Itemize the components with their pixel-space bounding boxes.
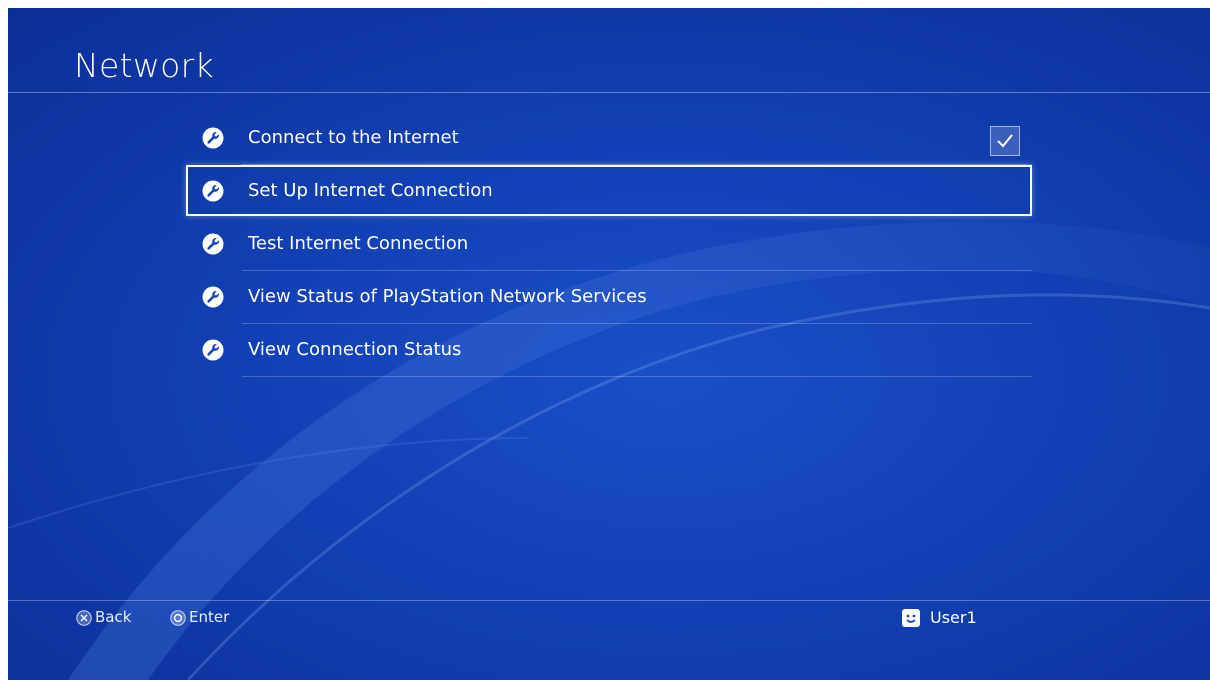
- menu-item-view-connection-status[interactable]: View Connection Status: [186, 324, 1032, 377]
- user-name: User1: [930, 608, 977, 627]
- back-hint-label: Back: [95, 608, 132, 626]
- network-settings-screen: Network Connect to the Internet Set Up I…: [8, 8, 1210, 680]
- connect-to-internet-checkbox[interactable]: [990, 126, 1020, 156]
- cross-button-icon: [76, 610, 92, 626]
- menu-item-label: View Connection Status: [248, 339, 462, 360]
- enter-hint-label: Enter: [189, 608, 230, 626]
- header-divider: [8, 92, 1210, 93]
- enter-hint[interactable]: Enter: [170, 608, 250, 628]
- menu-item-label: Test Internet Connection: [248, 233, 469, 254]
- page-title: Network: [74, 46, 214, 85]
- wrench-icon: [202, 127, 224, 149]
- user-indicator: User1: [902, 608, 1022, 630]
- menu-item-connect-to-internet[interactable]: Connect to the Internet: [186, 112, 1032, 165]
- footer-divider: [8, 600, 1210, 601]
- menu-item-label: View Status of PlayStation Network Servi…: [248, 286, 647, 307]
- menu-item-test-internet-connection[interactable]: Test Internet Connection: [186, 218, 1032, 271]
- menu-divider: [242, 376, 1032, 377]
- checkmark-icon: [997, 134, 1013, 148]
- menu-item-label: Connect to the Internet: [248, 127, 459, 148]
- wrench-icon: [202, 286, 224, 308]
- wrench-icon: [202, 339, 224, 361]
- menu-item-label: Set Up Internet Connection: [248, 180, 493, 201]
- menu-item-set-up-internet-connection[interactable]: Set Up Internet Connection: [186, 165, 1032, 218]
- wrench-icon: [202, 180, 224, 202]
- back-hint[interactable]: Back: [76, 608, 146, 628]
- wrench-icon: [202, 233, 224, 255]
- user-avatar-icon: [902, 609, 920, 627]
- network-menu: Connect to the Internet Set Up Internet …: [186, 112, 1032, 377]
- menu-item-view-psn-status[interactable]: View Status of PlayStation Network Servi…: [186, 271, 1032, 324]
- circle-button-icon: [170, 610, 186, 626]
